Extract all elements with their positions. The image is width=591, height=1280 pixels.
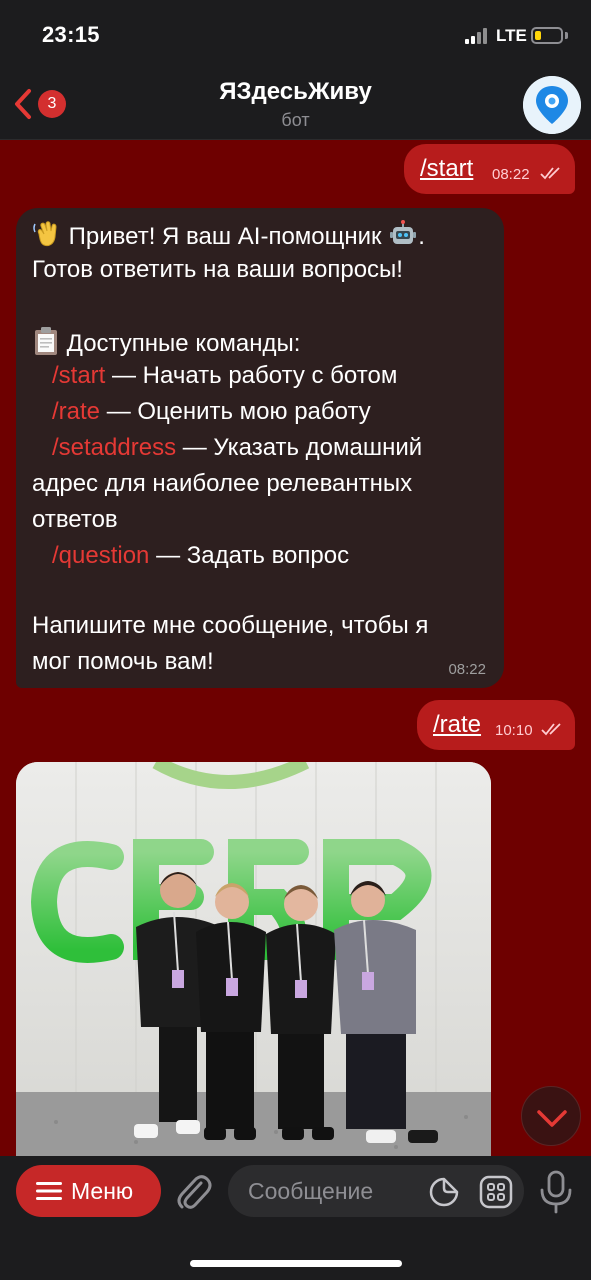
command-link-setaddress[interactable]: /setaddress [52, 434, 176, 461]
status-bar: 23:15 LTE [0, 0, 591, 70]
message-text[interactable]: /rate [433, 711, 481, 739]
input-bar: Меню [0, 1156, 591, 1280]
chat-area[interactable]: /start 08:22 Привет! Я ваш AI-помощник . [0, 140, 591, 1156]
message-field[interactable] [228, 1165, 524, 1217]
scroll-down-button[interactable] [521, 1086, 581, 1146]
double-check-icon [541, 723, 561, 736]
command-desc: — Начать работу с ботом [105, 362, 398, 389]
message-line: адрес для наиболее релевантных [32, 470, 413, 497]
robot-icon [390, 220, 417, 244]
message-input[interactable] [248, 1177, 423, 1205]
clipboard-icon [35, 327, 57, 355]
group-photo [16, 762, 491, 1156]
command-desc: — Оценить мою работу [100, 398, 371, 425]
message-time: 08:22 [448, 661, 486, 678]
unread-badge: 3 [38, 90, 66, 118]
battery-tip [565, 32, 568, 39]
message-line: ответов [32, 506, 118, 533]
chat-header: ЯЗдесьЖиву бот 3 [0, 70, 591, 140]
message-time: 08:22 [492, 166, 530, 183]
commands-heading: Доступные команды: [60, 330, 301, 357]
location-pin-icon [523, 76, 581, 134]
signal-icon [465, 28, 491, 44]
sticker-icon[interactable] [428, 1176, 460, 1208]
waving-hand-icon [33, 221, 57, 247]
command-desc: — Задать вопрос [149, 542, 350, 569]
message-line: Напишите мне сообщение, чтобы я [32, 612, 429, 639]
bot-keyboard-icon[interactable] [479, 1175, 513, 1209]
message-line: Готов ответить на ваши вопросы! [32, 256, 403, 283]
message-time: 10:10 [495, 722, 533, 739]
message-text[interactable]: /start [420, 155, 473, 183]
home-indicator [190, 1260, 402, 1267]
photo-message[interactable] [16, 762, 491, 1156]
greeting-text-end: . [418, 223, 425, 250]
chat-title[interactable]: ЯЗдесьЖиву [0, 78, 591, 106]
paperclip-icon[interactable] [174, 1170, 214, 1214]
message-incoming-bot[interactable]: Привет! Я ваш AI-помощник . Готов ответи… [16, 208, 504, 688]
menu-label: Меню [71, 1178, 134, 1204]
message-outgoing-start[interactable]: /start 08:22 [404, 144, 575, 194]
chevron-down-icon [537, 1110, 567, 1127]
bot-avatar[interactable] [523, 76, 581, 134]
command-row-start: /start — Начать работу с ботом [52, 362, 397, 390]
back-button[interactable]: 3 [8, 84, 72, 124]
command-link-question[interactable]: /question [52, 542, 149, 569]
command-link-rate[interactable]: /rate [52, 398, 100, 425]
battery-icon [531, 27, 563, 44]
microphone-icon[interactable] [538, 1170, 574, 1214]
status-time: 23:15 [42, 22, 100, 47]
chat-subtitle: бот [281, 110, 310, 130]
command-row-rate: /rate — Оценить мою работу [52, 398, 371, 426]
command-link-start[interactable]: /start [52, 362, 105, 389]
menu-button[interactable]: Меню [16, 1165, 161, 1217]
greeting-text: Привет! Я ваш AI-помощник [62, 223, 389, 250]
message-line: Доступные команды: [32, 326, 300, 358]
command-desc: — Указать домашний [176, 434, 423, 461]
hamburger-icon [36, 1182, 62, 1200]
network-type: LTE [496, 26, 527, 45]
chevron-left-icon [15, 89, 31, 119]
message-outgoing-rate[interactable]: /rate 10:10 [417, 700, 575, 750]
double-check-icon [540, 167, 560, 180]
command-row-question: /question — Задать вопрос [52, 542, 349, 570]
command-row-setaddress: /setaddress — Указать домашний [52, 434, 422, 462]
message-line: Привет! Я ваш AI-помощник . [32, 220, 425, 251]
message-line: мог помочь вам! [32, 648, 214, 675]
